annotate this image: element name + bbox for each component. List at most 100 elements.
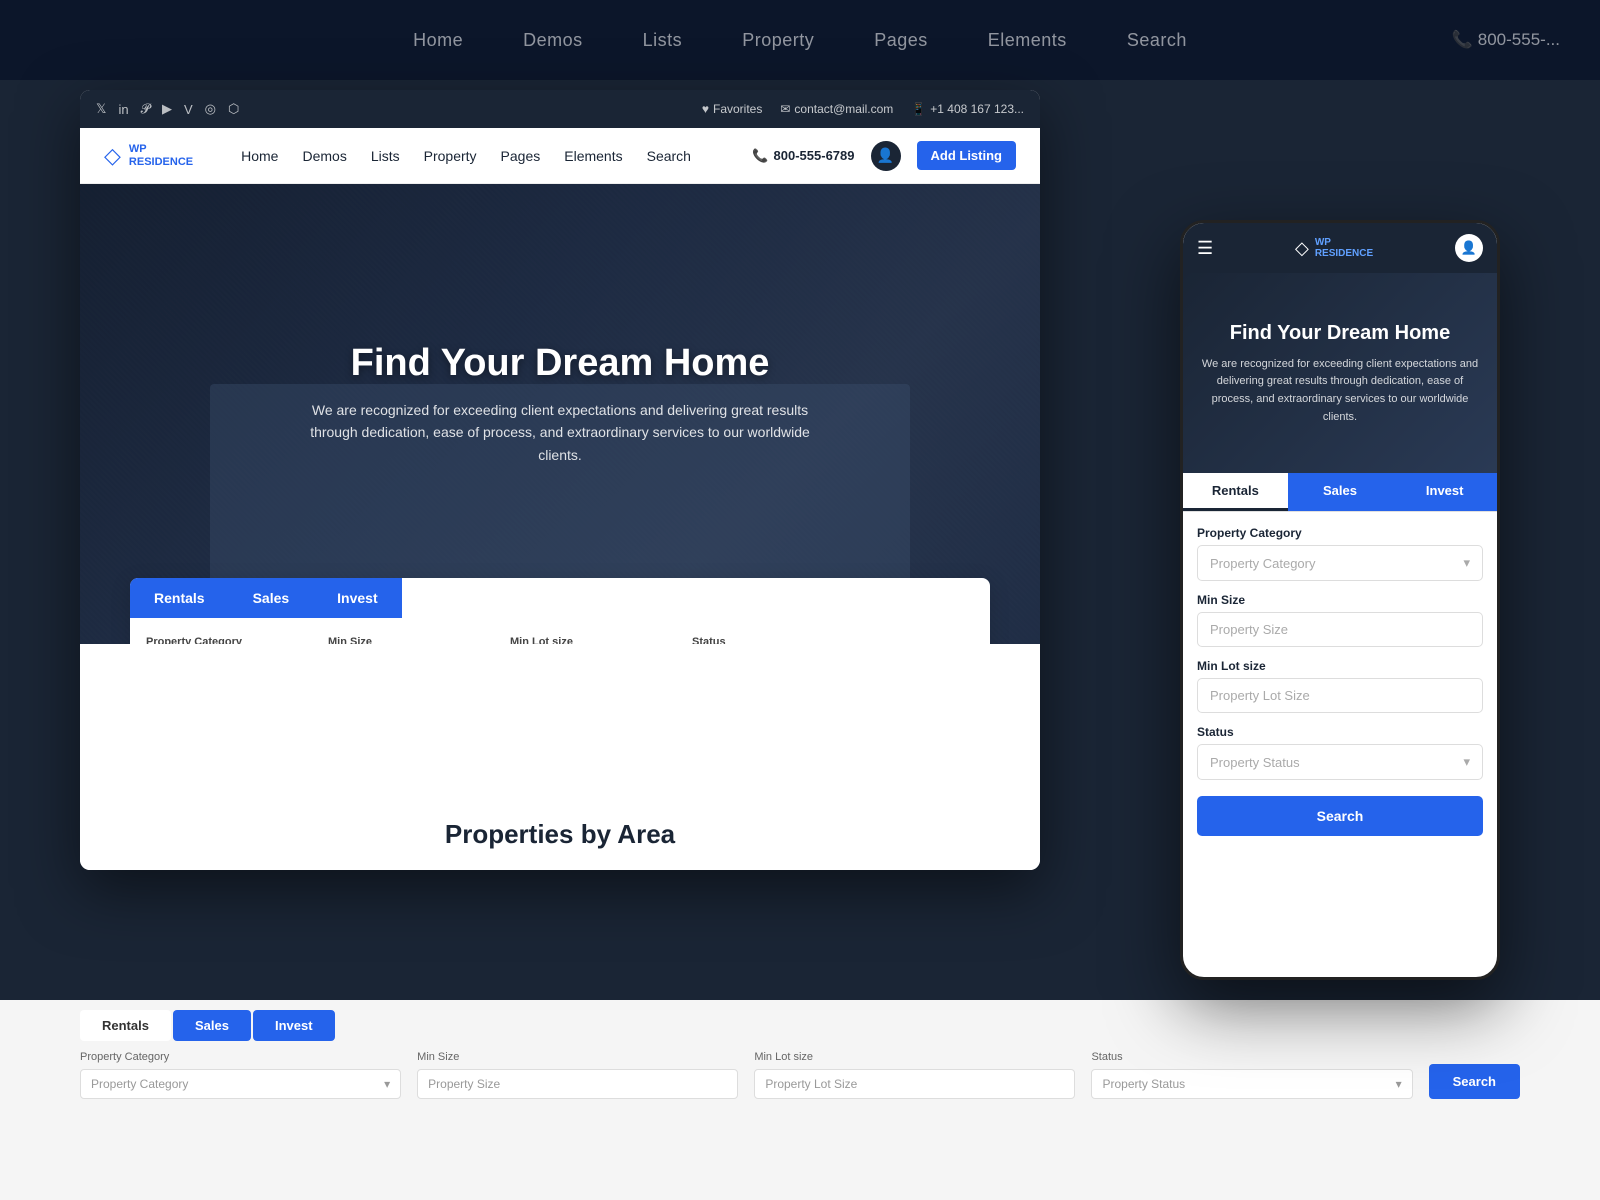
bg-nav-demos: Demos [523, 30, 583, 51]
nav-elements[interactable]: Elements [564, 148, 622, 164]
properties-by-area-title: Properties by Area [445, 819, 675, 850]
pinterest-icon: 𝓟 [141, 101, 150, 117]
mobile-lot-input-wrapper[interactable]: Property Lot Size [1197, 678, 1483, 713]
mobile-mockup: ☰ ◇ WP RESIDENCE 👤 Find Your Dream Home … [1180, 220, 1500, 980]
tab-rentals[interactable]: Rentals [130, 578, 229, 618]
mobile-lot-label: Min Lot size [1197, 659, 1483, 673]
linkedin-icon: in [118, 102, 128, 117]
status-field: Status ▾ [692, 636, 862, 644]
nav-pages[interactable]: Pages [501, 148, 541, 164]
mobile-user-icon[interactable]: 👤 [1455, 234, 1483, 262]
logo[interactable]: ◇ WP RESIDENCE [104, 143, 193, 169]
bottom-category-input[interactable]: Property Category ▾ [80, 1069, 401, 1099]
mobile-hero: Find Your Dream Home We are recognized f… [1183, 273, 1497, 473]
tab-invest[interactable]: Invest [313, 578, 401, 618]
desktop-mockup: 𝕏 in 𝓟 ▶ V ◎ ⬡ ♥ Favorites ✉ contact@mai… [80, 90, 1040, 870]
mobile-size-label: Min Size [1197, 593, 1483, 607]
hero-subtitle: We are recognized for exceeding client e… [300, 399, 820, 466]
mobile-tab-sales[interactable]: Sales [1288, 473, 1393, 511]
bottom-category-chevron: ▾ [384, 1077, 390, 1091]
mobile-category-group: Property Category Property Category ▾ [1197, 526, 1483, 581]
mobile-hero-subtitle: We are recognized for exceeding client e… [1199, 356, 1481, 426]
top-social-bar: 𝕏 in 𝓟 ▶ V ◎ ⬡ ♥ Favorites ✉ contact@mai… [80, 90, 1040, 128]
favorites-link[interactable]: ♥ Favorites [702, 102, 762, 116]
mobile-logo-text: WP RESIDENCE [1315, 237, 1373, 259]
mobile-tab-rentals[interactable]: Rentals [1183, 473, 1288, 511]
tab-sales[interactable]: Sales [229, 578, 314, 618]
user-icon[interactable]: 👤 [871, 141, 901, 171]
category-label: Property Category [146, 636, 316, 644]
mobile-status-placeholder: Property Status [1210, 755, 1300, 770]
bottom-tab-sales[interactable]: Sales [173, 1010, 251, 1041]
twitter-icon: 𝕏 [96, 101, 106, 117]
bottom-status-placeholder: Property Status [1102, 1077, 1185, 1091]
mobile-size-placeholder: Property Size [1210, 622, 1288, 637]
mobile-logo-icon: ◇ [1295, 238, 1309, 259]
background-nav: Home Demos Lists Property Pages Elements… [0, 0, 1600, 80]
email-link[interactable]: ✉ contact@mail.com [780, 102, 893, 116]
mobile-category-placeholder: Property Category [1210, 556, 1316, 571]
mobile-size-group: Min Size Property Size [1197, 593, 1483, 647]
vimeo-icon: V [184, 102, 193, 117]
search-box: Rentals Sales Invest Property Category ▾… [130, 578, 990, 644]
lot-label: Min Lot size [510, 636, 680, 644]
add-listing-button[interactable]: Add Listing [917, 141, 1017, 170]
lot-field: Min Lot size [510, 636, 680, 644]
bottom-status-input[interactable]: Property Status ▾ [1091, 1069, 1412, 1099]
foursquare-icon: ⬡ [228, 101, 239, 117]
bg-nav-search: Search [1127, 30, 1187, 51]
mobile-size-input-wrapper[interactable]: Property Size [1197, 612, 1483, 647]
hamburger-icon[interactable]: ☰ [1197, 238, 1213, 259]
nav-demos[interactable]: Demos [302, 148, 346, 164]
mobile-tab-invest[interactable]: Invest [1392, 473, 1497, 511]
bottom-status-label: Status [1091, 1051, 1412, 1063]
nav-home[interactable]: Home [241, 148, 278, 164]
bottom-search-button[interactable]: Search [1429, 1064, 1520, 1099]
mobile-category-select-wrapper[interactable]: Property Category ▾ [1197, 545, 1483, 581]
bottom-tabs-row: Rentals Sales Invest [0, 1000, 1600, 1051]
search-fields: Property Category ▾ Min Size Min Lot siz… [130, 618, 990, 644]
header-phone: 📞 800-555-6789 [752, 148, 854, 164]
mobile-lot-placeholder: Property Lot Size [1210, 688, 1310, 703]
nav-property[interactable]: Property [424, 148, 477, 164]
bg-nav-home: Home [413, 30, 463, 51]
bottom-status-field: Status Property Status ▾ [1091, 1051, 1412, 1099]
mobile-logo[interactable]: ◇ WP RESIDENCE [1295, 237, 1373, 259]
header-right: 📞 800-555-6789 👤 Add Listing [752, 141, 1016, 171]
mobile-tabs: Rentals Sales Invest [1183, 473, 1497, 512]
main-header: ◇ WP RESIDENCE Home Demos Lists Property… [80, 128, 1040, 184]
bottom-lot-field: Min Lot size Property Lot Size [754, 1051, 1075, 1099]
category-field: Property Category ▾ [146, 636, 316, 644]
nav-search[interactable]: Search [647, 148, 691, 164]
bg-nav-lists: Lists [643, 30, 683, 51]
main-nav: Home Demos Lists Property Pages Elements… [241, 148, 691, 164]
bottom-size-placeholder: Property Size [428, 1077, 500, 1091]
phone-link: 📱 +1 408 167 123... [911, 102, 1024, 116]
mobile-category-label: Property Category [1197, 526, 1483, 540]
bottom-tab-rentals[interactable]: Rentals [80, 1010, 171, 1041]
hero-section: Find Your Dream Home We are recognized f… [80, 184, 1040, 644]
bottom-status-chevron: ▾ [1396, 1077, 1402, 1091]
bottom-size-input[interactable]: Property Size [417, 1069, 738, 1099]
search-tabs: Rentals Sales Invest [130, 578, 990, 618]
nav-lists[interactable]: Lists [371, 148, 400, 164]
bottom-strip: Rentals Sales Invest Property Category P… [0, 1000, 1600, 1200]
bg-nav-elements: Elements [988, 30, 1067, 51]
hero-title: Find Your Dream Home [300, 342, 820, 385]
status-label: Status [692, 636, 862, 644]
bottom-lot-input[interactable]: Property Lot Size [754, 1069, 1075, 1099]
mobile-status-chevron: ▾ [1463, 754, 1470, 770]
hero-content: Find Your Dream Home We are recognized f… [300, 342, 820, 466]
mobile-hero-title: Find Your Dream Home [1230, 320, 1450, 346]
bottom-tab-invest[interactable]: Invest [253, 1010, 335, 1041]
bg-nav-pages: Pages [874, 30, 928, 51]
top-bar-right: ♥ Favorites ✉ contact@mail.com 📱 +1 408 … [702, 102, 1024, 116]
mobile-status-group: Status Property Status ▾ [1197, 725, 1483, 780]
mobile-status-label: Status [1197, 725, 1483, 739]
mobile-search-button[interactable]: Search [1197, 796, 1483, 836]
bottom-category-placeholder: Property Category [91, 1077, 188, 1091]
size-field: Min Size [328, 636, 498, 644]
mobile-status-select-wrapper[interactable]: Property Status ▾ [1197, 744, 1483, 780]
mobile-lot-group: Min Lot size Property Lot Size [1197, 659, 1483, 713]
logo-icon: ◇ [104, 143, 121, 169]
